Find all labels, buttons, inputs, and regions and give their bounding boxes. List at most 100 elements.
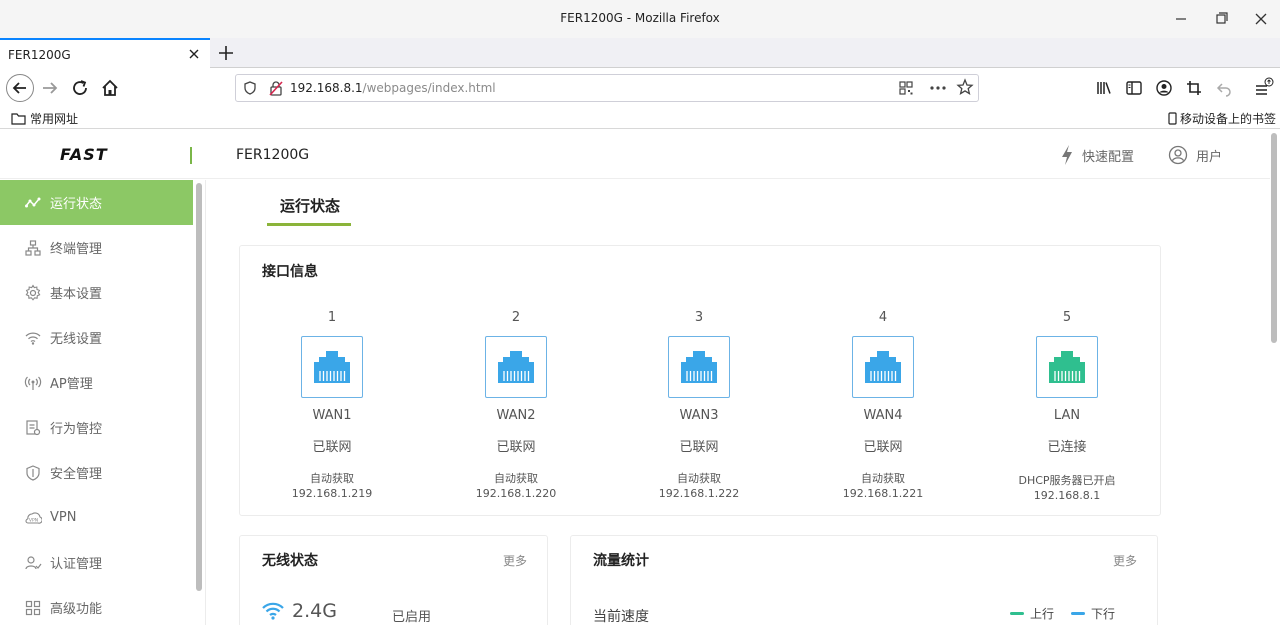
port-mode: 自动获取 bbox=[861, 472, 905, 485]
port-mode: DHCP服务器已开启 bbox=[1018, 474, 1116, 487]
sidebar-item-label: VPN bbox=[50, 510, 77, 525]
crop-screenshot-icon[interactable] bbox=[1185, 79, 1203, 97]
card-title: 接口信息 bbox=[262, 264, 318, 280]
sidebar-item-label: AP管理 bbox=[50, 377, 93, 392]
traffic-more-link[interactable]: 更多 bbox=[1113, 552, 1137, 569]
port-lan[interactable]: 5 LAN 已连接 DHCP服务器已开启 192.168.8.1 bbox=[987, 310, 1147, 505]
traffic-stats-card: 流量统计 更多 当前速度 bbox=[570, 535, 1158, 625]
insecure-lock-icon[interactable] bbox=[267, 79, 285, 97]
sidebar-item-label: 无线设置 bbox=[50, 332, 103, 347]
shield-icon bbox=[26, 464, 40, 481]
wireless-more-link[interactable]: 更多 bbox=[503, 552, 527, 569]
sidebar-item-label: 行为管控 bbox=[50, 422, 103, 437]
back-icon[interactable] bbox=[6, 74, 34, 102]
mobile-device-icon bbox=[1168, 112, 1177, 125]
sidebar-item-wireless[interactable]: 无线设置 bbox=[0, 315, 193, 360]
sidebar-item-label: 终端管理 bbox=[50, 242, 103, 257]
port-status: 已联网 bbox=[496, 440, 536, 455]
port-status: 已连接 bbox=[1047, 440, 1087, 455]
close-window-icon[interactable] bbox=[1250, 9, 1272, 29]
port-wan4[interactable]: 4 WAN4 已联网 自动获取 192.168.1.221 bbox=[803, 310, 963, 503]
quick-config-label: 快速配置 bbox=[1082, 149, 1135, 165]
sidebar: 运行状态 终端管理 基本设置 无线设置 AP管理 行为管控 安全管理 VPN V… bbox=[0, 180, 206, 625]
card-title: 无线状态 bbox=[262, 553, 318, 569]
status-icon bbox=[25, 197, 41, 207]
quick-config-button[interactable]: 快速配置 bbox=[1060, 143, 1134, 167]
port-ip: 192.168.1.221 bbox=[842, 487, 924, 500]
sidebar-item-ap[interactable]: AP管理 bbox=[0, 360, 193, 405]
page-scrollbar[interactable] bbox=[1271, 133, 1277, 343]
legend-upload-swatch bbox=[1010, 612, 1024, 615]
sidebar-item-auth[interactable]: 认证管理 bbox=[0, 540, 193, 585]
url-text[interactable]: 192.168.8.1/webpages/index.html bbox=[290, 81, 496, 95]
legend-download-label: 下行 bbox=[1091, 607, 1116, 621]
page-actions-icon[interactable] bbox=[929, 80, 947, 96]
url-path: /webpages/index.html bbox=[362, 81, 496, 95]
qr-code-icon[interactable] bbox=[898, 80, 914, 96]
sidebar-scrollbar[interactable] bbox=[196, 183, 202, 591]
active-tab-indicator bbox=[267, 223, 351, 226]
port-ip: 192.168.1.222 bbox=[658, 487, 740, 500]
account-icon[interactable] bbox=[1155, 79, 1173, 97]
ap-icon bbox=[24, 376, 42, 390]
bookmark-folder[interactable]: 常用网址 bbox=[11, 110, 78, 127]
shield-tracking-icon[interactable] bbox=[242, 80, 258, 96]
home-icon[interactable] bbox=[98, 76, 122, 100]
port-number: 3 bbox=[694, 310, 704, 325]
maximize-icon[interactable] bbox=[1210, 9, 1232, 29]
port-wan3[interactable]: 3 WAN3 已联网 自动获取 192.168.1.222 bbox=[619, 310, 779, 503]
card-title: 流量统计 bbox=[593, 553, 649, 569]
new-tab-icon[interactable] bbox=[216, 43, 236, 63]
port-ip: 192.168.1.220 bbox=[475, 487, 557, 500]
reload-icon[interactable] bbox=[68, 76, 92, 100]
sidebar-item-status[interactable]: 运行状态 bbox=[0, 180, 193, 225]
tab-close-icon[interactable] bbox=[186, 46, 202, 62]
control-icon bbox=[26, 419, 41, 435]
tab-title: FER1200G bbox=[8, 48, 71, 62]
sidebar-item-label: 基本设置 bbox=[50, 287, 103, 302]
sidebar-toggle-icon[interactable] bbox=[1125, 79, 1143, 97]
user-menu[interactable]: 用户 bbox=[1168, 143, 1222, 167]
vpn-icon: VPN bbox=[25, 511, 42, 524]
legend-upload-label: 上行 bbox=[1030, 607, 1055, 621]
sidebar-item-label: 认证管理 bbox=[50, 557, 103, 572]
sidebar-item-terminal[interactable]: 终端管理 bbox=[0, 225, 193, 270]
port-status: 已联网 bbox=[863, 440, 903, 455]
ethernet-port-icon bbox=[485, 336, 547, 398]
url-host: 192.168.8.1 bbox=[290, 81, 363, 95]
tab-status[interactable]: 运行状态 bbox=[280, 195, 340, 216]
port-name: WAN3 bbox=[679, 408, 719, 423]
grid-icon bbox=[25, 600, 41, 615]
port-name: WAN1 bbox=[312, 408, 352, 423]
minimize-icon[interactable] bbox=[1170, 9, 1192, 29]
port-status: 已联网 bbox=[679, 440, 719, 455]
ethernet-port-icon bbox=[668, 336, 730, 398]
brand-logo: FAST bbox=[60, 145, 108, 164]
library-icon[interactable] bbox=[1095, 79, 1113, 97]
forward-icon[interactable] bbox=[38, 76, 62, 100]
port-wan2[interactable]: 2 WAN2 已联网 自动获取 192.168.1.220 bbox=[436, 310, 596, 503]
sidebar-item-basic-settings[interactable]: 基本设置 bbox=[0, 270, 193, 315]
undo-icon[interactable] bbox=[1215, 79, 1233, 97]
legend-download: 下行 bbox=[1071, 605, 1115, 622]
mobile-bookmarks-label: 移动设备上的书签 bbox=[1180, 112, 1277, 126]
lightning-icon bbox=[1062, 145, 1072, 165]
sidebar-item-vpn[interactable]: VPN VPN bbox=[0, 495, 193, 540]
wifi-icon bbox=[25, 331, 41, 345]
sidebar-item-advanced[interactable]: 高级功能 bbox=[0, 585, 193, 625]
legend-upload: 上行 bbox=[1010, 605, 1054, 622]
port-mode: 自动获取 bbox=[677, 472, 721, 485]
menu-icon[interactable] bbox=[1253, 77, 1275, 99]
sidebar-item-security[interactable]: 安全管理 bbox=[0, 450, 193, 495]
brand-divider bbox=[190, 147, 192, 164]
browser-tab[interactable]: FER1200G bbox=[0, 38, 210, 69]
port-wan1[interactable]: 1 WAN1 已联网 自动获取 192.168.1.219 bbox=[252, 310, 412, 503]
bookmark-star-icon[interactable] bbox=[956, 78, 974, 96]
current-speed-label: 当前速度 bbox=[593, 609, 649, 625]
mobile-bookmarks[interactable]: 移动设备上的书签 bbox=[1168, 110, 1276, 127]
sidebar-item-behavior[interactable]: 行为管控 bbox=[0, 405, 193, 450]
wireless-status-card: 无线状态 更多 2.4G 已启用 bbox=[239, 535, 548, 625]
user-auth-icon bbox=[25, 555, 42, 569]
wireless-band: 2.4G bbox=[292, 600, 337, 622]
sidebar-item-label: 运行状态 bbox=[50, 197, 103, 212]
